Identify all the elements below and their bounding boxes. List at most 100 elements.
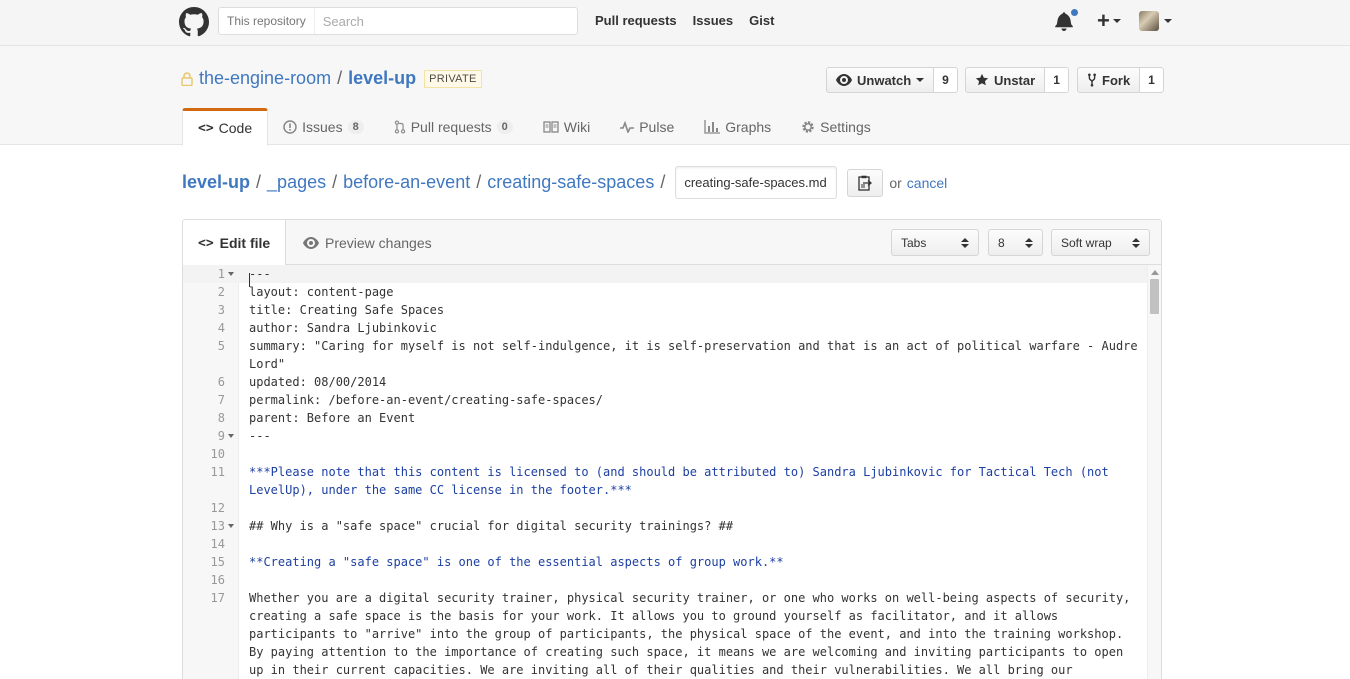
line-number: 16 xyxy=(210,573,225,587)
repo-title: the-engine-room / level-up PRIVATE xyxy=(181,68,482,89)
code-line[interactable]: 1 --- xyxy=(183,265,1147,283)
copy-path-button[interactable] xyxy=(847,168,884,197)
line-text: parent: Before an Event xyxy=(249,411,416,425)
watchers-count[interactable]: 9 xyxy=(934,67,958,93)
stars-count[interactable]: 1 xyxy=(1045,67,1069,93)
eye-icon xyxy=(303,236,319,249)
search-box[interactable]: This repository xyxy=(218,7,578,35)
git-pull-request-icon xyxy=(394,119,405,134)
scrollbar-thumb[interactable] xyxy=(1150,279,1159,314)
code-line[interactable]: 4 author: Sandra Ljubinkovic xyxy=(183,319,1147,337)
fold-arrow-icon[interactable] xyxy=(228,524,234,528)
line-text: Whether you are a digital security train… xyxy=(249,591,1131,677)
tab-issues[interactable]: Issues 8 xyxy=(268,108,379,145)
code-line[interactable]: 9 --- xyxy=(183,427,1147,445)
tab-code[interactable]: <> Code xyxy=(182,108,269,146)
repo-owner-link[interactable]: the-engine-room xyxy=(199,68,331,89)
tab-label: Code xyxy=(218,120,253,136)
code-line[interactable]: 14 xyxy=(183,535,1147,553)
indent-size-select[interactable]: 8 xyxy=(988,229,1043,256)
line-text: summary: "Caring for myself is not self-… xyxy=(249,339,1138,371)
code-line[interactable]: 5 summary: "Caring for myself is not self… xyxy=(183,337,1147,373)
fold-arrow-icon[interactable] xyxy=(228,434,234,438)
line-number: 4 xyxy=(217,321,225,335)
edit-file-label: Edit file xyxy=(219,235,271,251)
code-area[interactable]: 1 --- 2 layout: content-page 3 title: Creatin… xyxy=(183,265,1161,679)
line-text: --- xyxy=(249,429,271,443)
select-arrows-icon xyxy=(1025,237,1033,248)
private-badge: PRIVATE xyxy=(424,69,482,88)
code-line[interactable]: 12 xyxy=(183,499,1147,517)
tab-preview-changes[interactable]: Preview changes xyxy=(288,220,447,265)
fork-icon xyxy=(1088,73,1096,87)
forks-count[interactable]: 1 xyxy=(1140,67,1164,93)
tab-pull-requests[interactable]: Pull requests 0 xyxy=(379,108,528,145)
avatar[interactable] xyxy=(1138,11,1159,31)
unwatch-button[interactable]: Unwatch xyxy=(826,67,935,93)
issues-counter: 8 xyxy=(347,119,364,134)
line-number: 13 xyxy=(210,519,225,533)
breadcrumb-separator: / xyxy=(476,172,482,192)
code-line[interactable]: 3 title: Creating Safe Spaces xyxy=(183,301,1147,319)
tab-settings[interactable]: Settings xyxy=(786,108,886,145)
tab-wiki[interactable]: Wiki xyxy=(528,108,605,145)
path-separator: / xyxy=(337,68,343,88)
code-line[interactable]: 13 ## Why is a "safe space" crucial for d… xyxy=(183,517,1147,535)
github-logo-icon[interactable] xyxy=(179,7,209,37)
or-text: or xyxy=(889,174,902,191)
line-number: 15 xyxy=(210,555,225,569)
code-line[interactable]: 16 xyxy=(183,571,1147,589)
fold-arrow-icon[interactable] xyxy=(228,272,234,276)
nav-gist[interactable]: Gist xyxy=(749,13,774,28)
line-number: 2 xyxy=(217,285,225,299)
code-line[interactable]: 2 layout: content-page xyxy=(183,283,1147,301)
tab-edit-file[interactable]: <> Edit file xyxy=(183,220,287,266)
text-cursor xyxy=(249,273,250,287)
line-number: 17 xyxy=(210,591,225,605)
code-line[interactable]: 17 Whether you are a digital security tra… xyxy=(183,589,1147,679)
preview-label: Preview changes xyxy=(325,234,432,251)
indent-mode-select[interactable]: Tabs xyxy=(891,229,979,256)
breadcrumb-pages[interactable]: _pages xyxy=(267,172,326,193)
wrap-mode-select[interactable]: Soft wrap xyxy=(1051,229,1150,256)
unstar-label: Unstar xyxy=(994,72,1036,88)
line-number: 1 xyxy=(217,267,225,281)
notifications-bell-icon[interactable] xyxy=(1055,8,1079,33)
fork-button[interactable]: Fork xyxy=(1077,67,1141,93)
cancel-link[interactable]: cancel xyxy=(907,175,947,191)
code-line[interactable]: 10 xyxy=(183,445,1147,463)
header-actions: + xyxy=(1055,8,1172,33)
repo-name-link[interactable]: level-up xyxy=(348,68,416,89)
indent-mode-value: Tabs xyxy=(901,235,927,250)
code-line[interactable]: 7 permalink: /before-an-event/creating-sa… xyxy=(183,391,1147,409)
line-number: 5 xyxy=(217,339,225,353)
code-line[interactable]: 6 updated: 08/00/2014 xyxy=(183,373,1147,391)
nav-issues[interactable]: Issues xyxy=(693,13,733,28)
nav-pull-requests[interactable]: Pull requests xyxy=(595,13,677,28)
code-line[interactable]: 8 parent: Before an Event xyxy=(183,409,1147,427)
search-input[interactable] xyxy=(314,8,577,34)
line-number: 7 xyxy=(217,393,225,407)
vertical-scrollbar[interactable] xyxy=(1147,265,1161,679)
breadcrumb-creating-safe-spaces[interactable]: creating-safe-spaces xyxy=(487,172,654,193)
breadcrumb-root[interactable]: level-up xyxy=(182,172,250,193)
clippy-icon xyxy=(858,175,873,191)
unstar-button[interactable]: Unstar xyxy=(965,67,1046,93)
tab-pulse[interactable]: Pulse xyxy=(605,108,689,145)
code-line[interactable]: 11 ***Please note that this content is li… xyxy=(183,463,1147,499)
line-number: 10 xyxy=(210,447,225,461)
breadcrumb-before-an-event[interactable]: before-an-event xyxy=(343,172,470,193)
line-number: 9 xyxy=(217,429,225,443)
create-new-icon[interactable]: + xyxy=(1097,10,1110,32)
tab-label: Pulse xyxy=(639,118,675,135)
book-icon xyxy=(543,120,559,133)
code-line[interactable]: 15 **Creating a "safe space" is one of th… xyxy=(183,553,1147,571)
line-text: ***Please note that this content is lice… xyxy=(249,465,1109,497)
tab-graphs[interactable]: Graphs xyxy=(689,108,786,145)
filename-input[interactable] xyxy=(675,166,838,199)
chevron-down-icon xyxy=(1112,19,1121,23)
breadcrumb: level-up / _pages / before-an-event / cr… xyxy=(182,166,947,199)
line-text: title: Creating Safe Spaces xyxy=(249,303,445,317)
scroll-up-icon[interactable] xyxy=(1151,270,1159,275)
editor-tabs: <> Edit file Preview changes Tabs 8 Soft… xyxy=(183,220,1161,266)
